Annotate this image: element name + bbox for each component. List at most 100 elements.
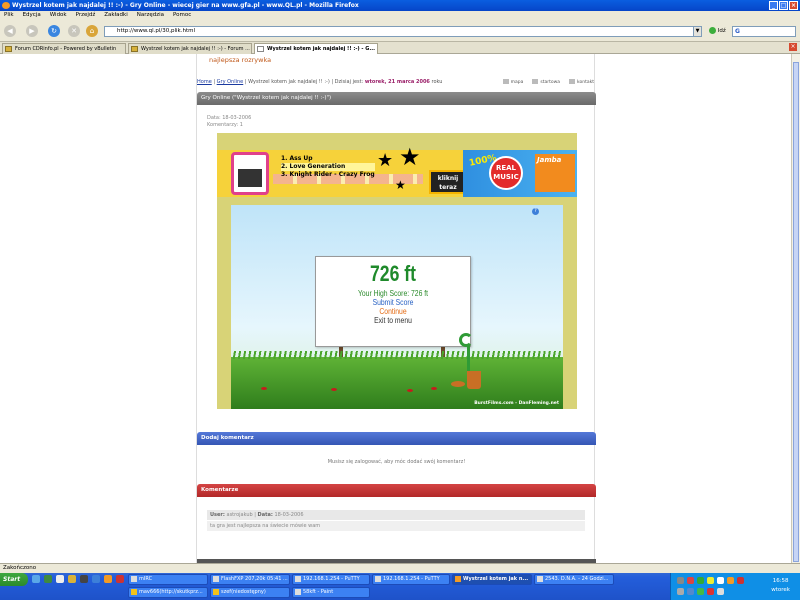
phone-icon xyxy=(231,152,269,195)
quicklaunch-icon[interactable] xyxy=(92,575,100,583)
taskbar-label: mIRC xyxy=(139,576,153,582)
chat-icon xyxy=(131,589,137,595)
go-icon xyxy=(709,27,716,34)
menu-bookmarks[interactable]: Zakładki xyxy=(104,11,127,20)
quicklaunch-icon[interactable] xyxy=(116,575,124,583)
taskbar-gg-chat[interactable]: mav666(http://skutkprz... xyxy=(128,587,208,598)
taskbar-label: 58kft - Paint xyxy=(303,589,334,595)
comment-user: astrojakub xyxy=(226,512,253,518)
game-canvas[interactable]: ? 726 ft Your High Score: 726 ft Submit … xyxy=(231,205,563,409)
quicklaunch-ie-icon[interactable] xyxy=(32,575,40,583)
home-icon[interactable]: ⌂ xyxy=(86,25,98,37)
tray-icon[interactable] xyxy=(677,588,684,595)
tab-label: Forum CDRinfo.pl - Powered by vBulletin xyxy=(15,46,117,52)
tray-icon[interactable] xyxy=(727,577,734,584)
tray-icon[interactable] xyxy=(737,577,744,584)
taskbar-media[interactable]: 2543. D.N.A. - 24 Godzi... xyxy=(534,574,614,585)
quicklaunch-icon[interactable] xyxy=(68,575,76,583)
taskbar-putty-1[interactable]: 192.168.1.254 - PuTTY xyxy=(292,574,370,585)
menu-view[interactable]: Widok xyxy=(50,11,67,20)
flower-pot xyxy=(467,371,481,389)
menu-go[interactable]: Przejdź xyxy=(76,11,96,20)
search-box[interactable]: G xyxy=(732,26,796,37)
menu-edit[interactable]: Edycja xyxy=(23,11,41,20)
tab-close-icon[interactable]: × xyxy=(789,43,797,51)
navigation-toolbar: ◀ ▶ ↻ ✕ ⌂ http://www.ql.pl/30,plik.html … xyxy=(0,20,800,42)
tray-icon[interactable] xyxy=(677,577,684,584)
continue-button[interactable]: Continue xyxy=(328,307,459,316)
quicklaunch-icon[interactable] xyxy=(56,575,64,583)
submit-score-button[interactable]: Submit Score xyxy=(328,298,459,307)
taskbar-firefox[interactable]: Wystrzel kotem jak n... xyxy=(452,574,532,585)
firefox-icon xyxy=(455,576,461,582)
menu-bar: Plik Edycja Widok Przejdź Zakładki Narzę… xyxy=(0,11,800,20)
contact-link[interactable]: kontakt xyxy=(569,79,594,85)
taskbar-paint[interactable]: 58kft - Paint xyxy=(292,587,370,598)
chat-icon xyxy=(213,589,219,595)
taskbar-gg-chat-2[interactable]: szef(niedostępny) xyxy=(210,587,290,598)
scrollbar-thumb[interactable] xyxy=(793,62,799,562)
url-bar[interactable]: http://www.ql.pl/30,plik.html ▼ xyxy=(104,26,702,37)
tray-icon[interactable] xyxy=(707,588,714,595)
tool-label: startowa xyxy=(540,80,561,85)
go-button[interactable]: Idź xyxy=(709,27,726,34)
stop-icon[interactable]: ✕ xyxy=(68,25,80,37)
help-icon[interactable]: ? xyxy=(532,208,539,215)
taskbar-putty-2[interactable]: 192.168.1.254 - PuTTY xyxy=(372,574,450,585)
breadcrumb-games[interactable]: Gry Online xyxy=(217,79,244,85)
click-now-button[interactable]: kliknij teraz xyxy=(429,170,467,194)
window-controls: _ □ × xyxy=(769,1,798,10)
ad-banner[interactable]: 1. Ass Up 2. Love Generation 3. Knight R… xyxy=(217,145,577,197)
star-icon: ★ xyxy=(395,178,406,192)
taskbar-mirc[interactable]: mIRC xyxy=(128,574,208,585)
map-icon xyxy=(502,79,509,84)
tray-icon[interactable] xyxy=(707,577,714,584)
homepage-link[interactable]: startowa xyxy=(532,79,560,85)
tab-cdrinfo[interactable]: Forum CDRinfo.pl - Powered by vBulletin xyxy=(2,43,126,54)
taskbar-label: 192.168.1.254 - PuTTY xyxy=(303,576,360,582)
tray-icon[interactable] xyxy=(717,577,724,584)
close-button[interactable]: × xyxy=(789,1,798,10)
comment-date-label: Data: xyxy=(257,512,273,518)
tray-icon[interactable] xyxy=(717,588,724,595)
google-search-icon: G xyxy=(735,28,740,35)
breadcrumb-home[interactable]: Home xyxy=(197,79,212,85)
flash-container: 1. Ass Up 2. Love Generation 3. Knight R… xyxy=(217,133,577,409)
taskbar-label: mav666(http://skutkprz... xyxy=(139,589,203,595)
game-meta: Data: 18-03-2006 Komentarzy: 1 xyxy=(207,115,251,129)
page-viewport: najlepsza rozrywka Home | Gry Online | W… xyxy=(0,54,791,563)
url-dropdown-icon[interactable]: ▼ xyxy=(693,27,701,36)
distance-score: 726 ft xyxy=(370,261,416,286)
clock[interactable]: 16:58 wtorek xyxy=(771,577,790,595)
sitemap-link[interactable]: mapa xyxy=(502,79,523,85)
menu-tools[interactable]: Narzędzia xyxy=(137,11,164,20)
tray-icon[interactable] xyxy=(697,588,704,595)
window-titlebar: Wystrzel kotem jak najdalej !! :-) - Gry… xyxy=(0,0,800,11)
start-button[interactable]: Start xyxy=(0,573,28,586)
taskbar-flashfxp[interactable]: FlashFXP 207,20k 05:41 ... xyxy=(210,574,290,585)
menu-file[interactable]: Plik xyxy=(4,11,14,20)
add-comment-header: Dodaj komentarz xyxy=(197,432,596,445)
flashfxp-icon xyxy=(213,576,219,582)
taskbar-label: szef(niedostępny) xyxy=(221,589,266,595)
quicklaunch-icon[interactable] xyxy=(80,575,88,583)
maximize-button[interactable]: □ xyxy=(779,1,788,10)
tray-icon[interactable] xyxy=(687,588,694,595)
menu-help[interactable]: Pomoc xyxy=(173,11,191,20)
back-icon[interactable]: ◀ xyxy=(4,25,16,37)
reload-icon[interactable]: ↻ xyxy=(48,25,60,37)
tray-icon[interactable] xyxy=(697,577,704,584)
quicklaunch-icon[interactable] xyxy=(44,575,52,583)
go-label: Idź xyxy=(717,28,726,34)
tab-forum-thread[interactable]: Wystrzel kotem jak najdalej !! :-) - For… xyxy=(128,43,252,54)
ringtone-list: 1. Ass Up 2. Love Generation 3. Knight R… xyxy=(281,155,375,179)
tray-icon[interactable] xyxy=(687,577,694,584)
exit-to-menu-button[interactable]: Exit to menu xyxy=(328,316,459,325)
quicklaunch-firefox-icon[interactable] xyxy=(104,575,112,583)
tab-game-page[interactable]: Wystrzel kotem jak najdalej !! :-) - G..… xyxy=(254,43,378,54)
vertical-scrollbar[interactable] xyxy=(791,54,800,563)
today-date: wtorek, 21 marca 2006 xyxy=(364,79,430,85)
star-icon: ★ xyxy=(377,150,394,171)
minimize-button[interactable]: _ xyxy=(769,1,778,10)
forward-icon[interactable]: ▶ xyxy=(26,25,38,37)
